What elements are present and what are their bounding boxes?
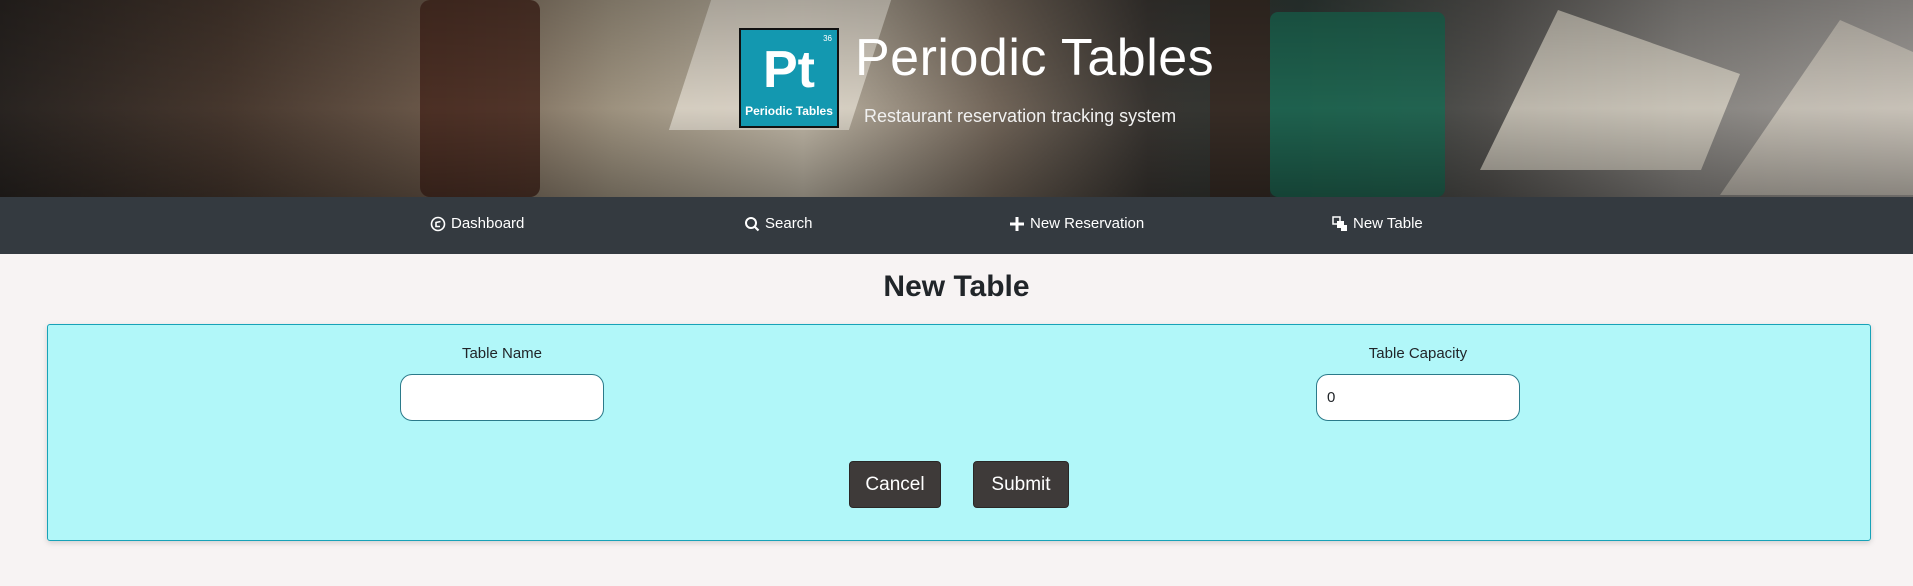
page-title: New Table	[883, 270, 1030, 303]
new-table-icon	[1332, 215, 1348, 232]
logo-symbol: Pt	[763, 41, 815, 99]
nav-new-reservation-label: New Reservation	[1030, 215, 1145, 232]
dashboard-icon	[430, 216, 446, 232]
table-capacity-input[interactable]	[1316, 374, 1520, 421]
plus-icon	[1009, 216, 1025, 232]
table-capacity-label: Table Capacity	[1368, 345, 1468, 362]
nav-dashboard[interactable]: Dashboard	[430, 215, 524, 232]
nav-search[interactable]: Search	[744, 215, 813, 232]
new-table-form: Table Name Table Capacity Cancel Submit	[47, 324, 1871, 541]
nav-new-table-label: New Table	[1353, 215, 1423, 232]
logo-caption: Periodic Tables	[745, 104, 833, 118]
table-name-input[interactable]	[400, 374, 604, 421]
search-icon	[744, 216, 760, 232]
cancel-button[interactable]: Cancel	[849, 461, 941, 508]
app-title: Periodic Tables	[855, 29, 1215, 87]
main-navbar: Dashboard Search New Reservation New Tab…	[0, 197, 1913, 254]
hero-banner: 36 Pt Periodic Tables Periodic Tables Re…	[0, 0, 1913, 197]
nav-search-label: Search	[765, 215, 813, 232]
submit-button[interactable]: Submit	[973, 461, 1069, 508]
logo-atomic-number: 36	[823, 34, 832, 43]
app-subtitle: Restaurant reservation tracking system	[864, 106, 1177, 126]
table-name-label: Table Name	[461, 345, 543, 362]
nav-new-table[interactable]: New Table	[1332, 215, 1423, 232]
nav-new-reservation[interactable]: New Reservation	[1009, 215, 1144, 232]
nav-dashboard-label: Dashboard	[451, 215, 525, 232]
app-logo[interactable]: 36 Pt Periodic Tables	[739, 28, 839, 128]
